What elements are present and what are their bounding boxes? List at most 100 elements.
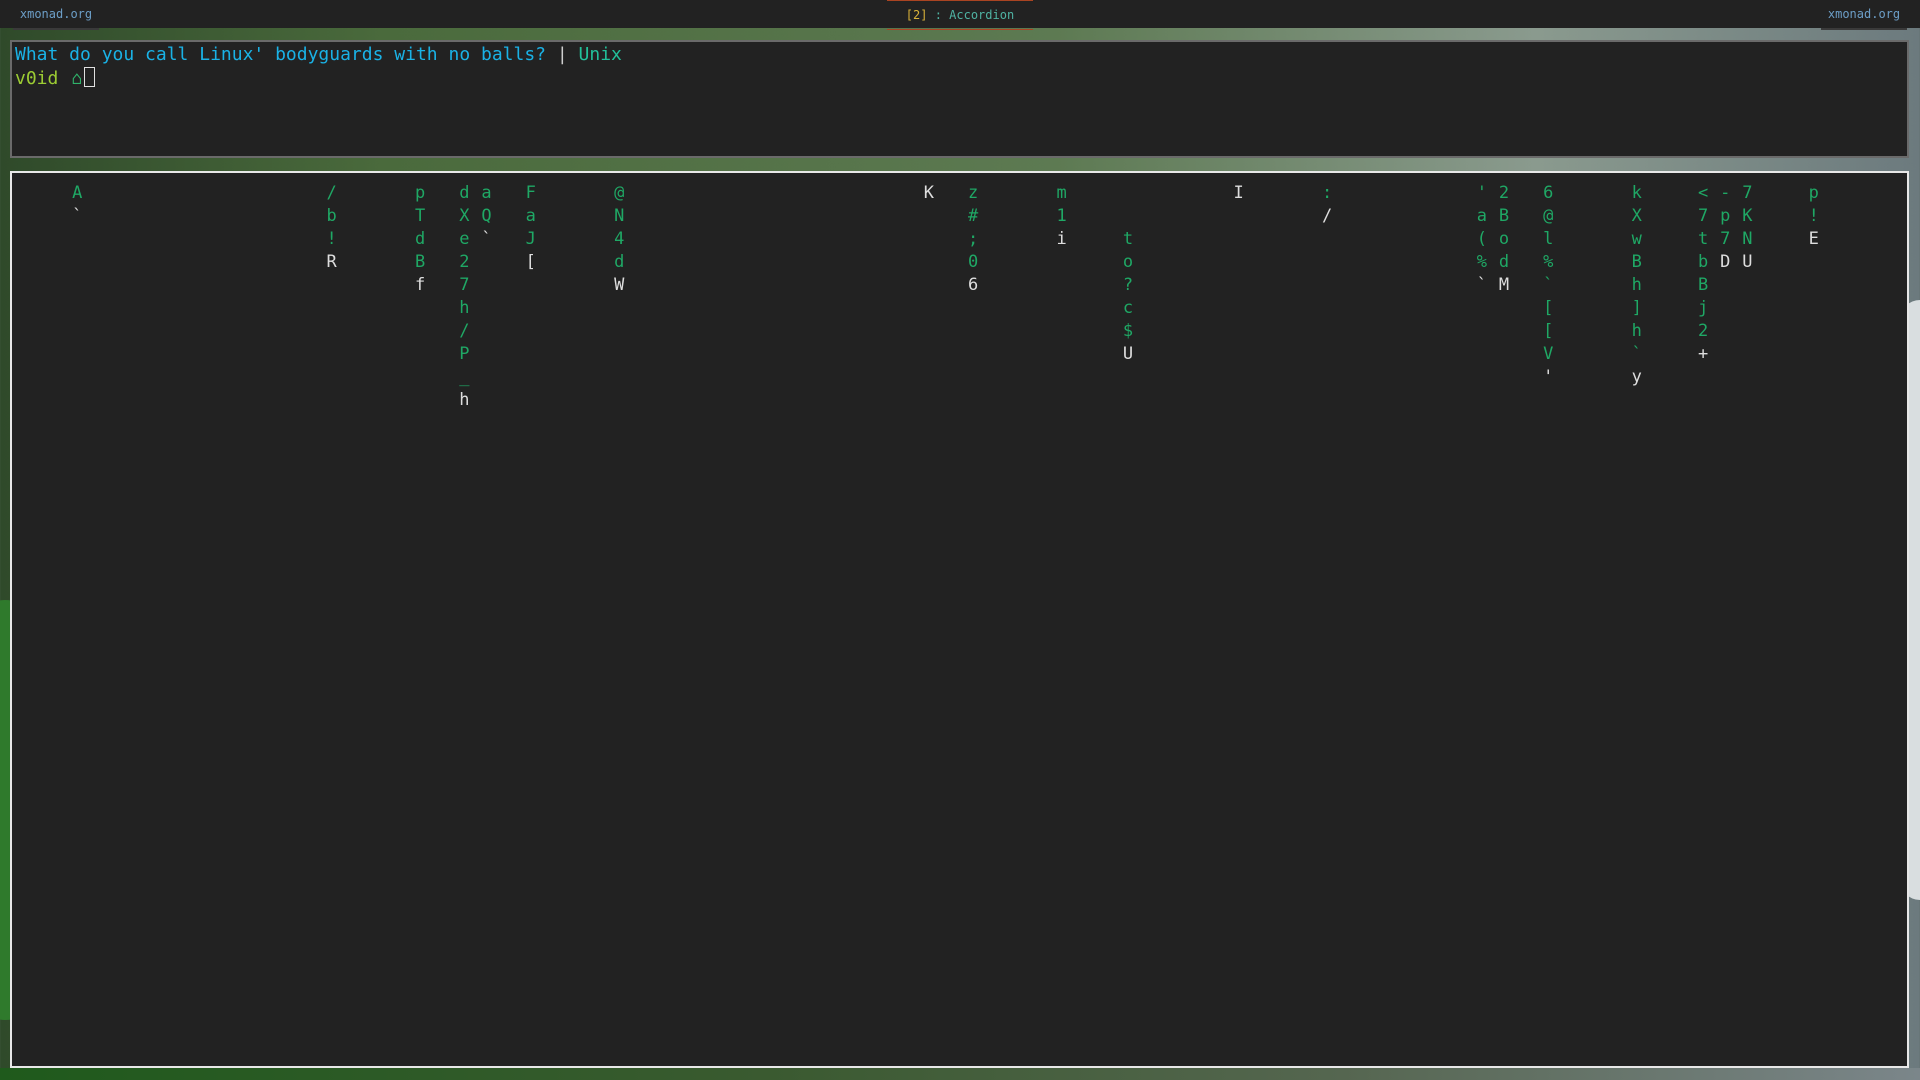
rain-trail-char: @ [1543,206,1554,226]
rain-trail-char: a [481,183,492,203]
rain-trail-char: X [459,206,470,226]
rain-trail-char: t [1122,229,1134,249]
rain-trail-char: 7 [1697,206,1709,226]
rain-trail-char: ? [1122,275,1134,295]
rain-head-char: [ [525,252,536,272]
rain-trail-char: j [1697,298,1709,318]
text-cursor[interactable] [84,67,96,87]
home-icon: ⌂ [71,68,83,89]
rain-trail-char: < [1697,183,1709,203]
xmobar-status-bar: xmonad.org [2] : Accordion xmonad.org [0,0,1920,30]
rain-column: A ` [69,182,85,228]
rain-trail-char: d [1498,252,1510,272]
rain-trail-char: _ [459,367,470,387]
rain-trail-char: z [968,183,979,203]
rain-trail-char: b [1697,252,1709,272]
rain-head-char: f [415,275,426,295]
rain-head-char: W [614,275,625,295]
rain-head-char: 6 [968,275,979,295]
rain-trail-char: B [1631,252,1642,272]
rain-trail-char: X [1631,206,1642,226]
rain-column: p! E [1806,182,1822,251]
rain-column: - p 7 D [1717,182,1733,274]
joke-answer: Unix [578,44,622,65]
rain-trail-char: B [1697,275,1709,295]
rain-column: <7 t b Bj 2 + [1695,182,1711,366]
rain-trail-char: h [459,298,470,318]
rain-column: k Xw Bh] h ` y [1629,182,1645,389]
terminal-window-matrix[interactable]: A ` / b! Rp Td Bf d Xe 2 7 h / P _ h a Q ` Fa J[@ N 4 d W Kz #; 0 6 m… [10,171,1909,1068]
rain-trail-char: d [459,183,470,203]
rain-trail-char: 7 [1720,229,1731,249]
terminal-window-shell[interactable]: What do you call Linux' bodyguards with … [10,40,1909,158]
rain-trail-char: p [415,183,426,203]
rain-column: 6 @ l% ` [[V ' [1540,182,1556,389]
rain-head-char: U [1122,344,1134,364]
rain-column: a Q ` [479,182,495,251]
rain-column: t o? c $ U [1120,228,1136,366]
joke-separator: | [546,44,579,65]
rain-trail-char: N [614,206,625,226]
rain-trail-char: d [415,229,426,249]
window-tab-right[interactable]: xmonad.org [1821,0,1907,30]
rain-column: / b! R [324,182,340,274]
rain-trail-char: V [1543,344,1554,364]
rain-trail-char: % [1543,252,1554,272]
rain-column: pTdBf [412,182,428,297]
rain-trail-char: l [1543,229,1554,249]
rain-head-char: M [1498,275,1510,295]
rain-trail-char: 6 [1543,183,1554,203]
rain-column: d Xe 2 7 h / P _ h [456,182,472,412]
rain-trail-char: ! [1808,206,1819,226]
rain-trail-char: Q [481,206,492,226]
rain-trail-char: c [1122,298,1134,318]
rain-head-char: D [1720,252,1731,272]
rain-head-char: K [923,183,935,203]
window-tab-left[interactable]: xmonad.org [13,0,99,30]
rain-head-char: R [326,252,337,272]
rain-trail-char: B [1498,206,1510,226]
rain-trail-char: @ [614,183,625,203]
rain-trail-char: ] [1631,298,1642,318]
layout-name: : Accordion [927,8,1015,22]
rain-column: K [921,182,937,205]
rain-trail-char: ! [326,229,337,249]
rain-trail-char: # [968,206,979,226]
rain-trail-char: ( [1476,229,1488,249]
rain-trail-char: F [525,183,536,203]
rain-trail-char: [ [1543,321,1554,341]
rain-trail-char: N [1742,229,1753,249]
rain-trail-char: J [525,229,536,249]
rain-head-char: ` [481,229,492,249]
workspace-number: [2] [905,8,928,22]
rain-trail-char: k [1631,183,1642,203]
workspace-layout-indicator[interactable]: [2] : Accordion [887,0,1033,30]
rain-column: I [1231,182,1247,205]
fortune-joke-line: What do you call Linux' bodyguards with … [15,44,622,66]
rain-column: m 1 i [1054,182,1070,251]
rain-trail-char: a [1476,206,1488,226]
rain-trail-char: / [326,183,337,203]
window-tab-right-label: xmonad.org [1827,7,1901,21]
rain-trail-char: h [1631,275,1642,295]
rain-column: : / [1319,182,1335,228]
wallpaper-strip [0,1068,1920,1080]
rain-trail-char: d [614,252,625,272]
rain-head-char: y [1631,367,1642,387]
rain-head-char: ` [72,206,83,226]
rain-head-char: h [459,390,470,410]
rain-trail-char: 1 [1056,206,1067,226]
shell-prompt[interactable]: v0id ⌂ [15,67,96,89]
rain-trail-char: % [1476,252,1488,272]
rain-trail-char: 4 [614,229,625,249]
rain-head-char: i [1056,229,1067,249]
rain-head-char: ` [1476,275,1488,295]
rain-trail-char: ; [968,229,979,249]
rain-column: Fa J [ [523,182,539,274]
rain-trail-char: 2 [1498,183,1510,203]
joke-question: What do you call Linux' bodyguards with … [15,44,547,65]
prompt-username: v0id [15,68,59,89]
rain-trail-char: m [1056,183,1067,203]
rain-trail-char: p [1808,183,1819,203]
rain-head-char: ' [1543,367,1554,387]
